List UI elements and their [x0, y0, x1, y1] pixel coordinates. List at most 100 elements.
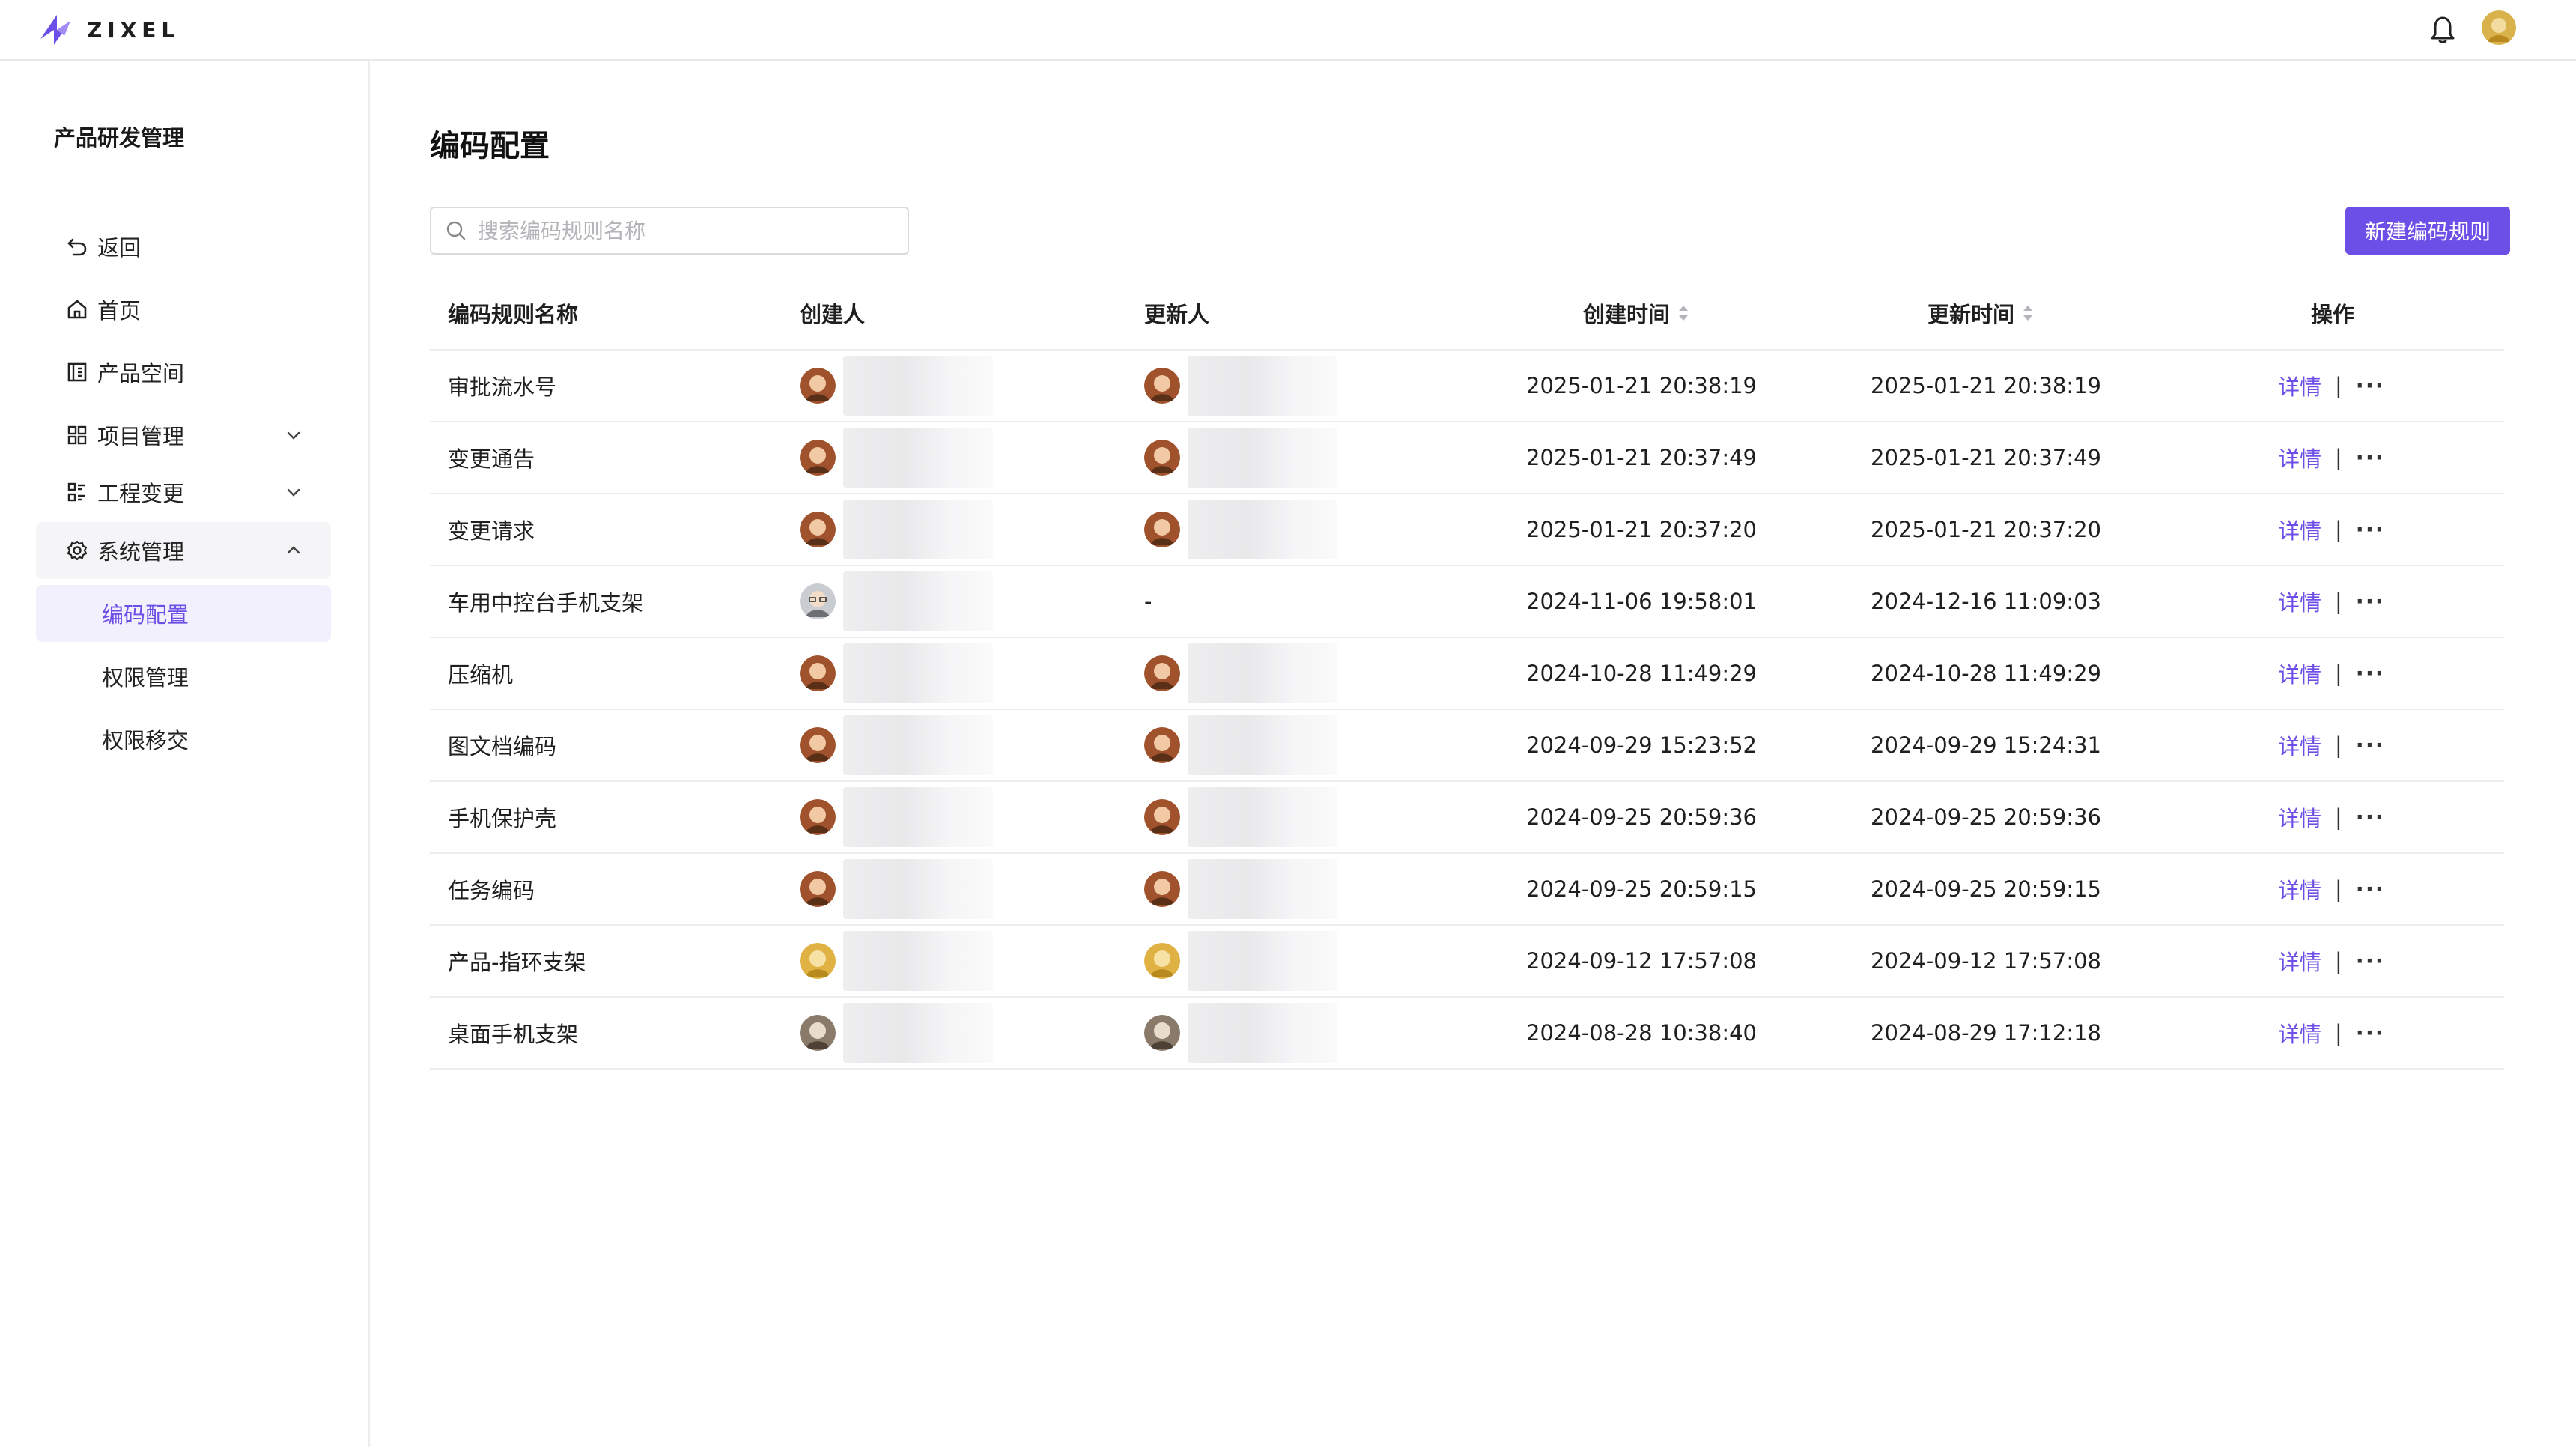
chevron-down-icon: [287, 431, 300, 440]
detail-link[interactable]: 详情: [2278, 442, 2321, 473]
search-box[interactable]: [430, 207, 909, 255]
column-header-label: 更新时间: [1928, 302, 2015, 327]
sidebar-item-system-management[interactable]: 系统管理: [36, 522, 331, 579]
top-header: ZIXEL: [0, 0, 2576, 61]
gear-icon: [64, 538, 90, 563]
sidebar-item-label: 返回: [97, 235, 142, 261]
updater-cell: [1144, 854, 1337, 924]
sidebar-item-engineering-change[interactable]: 工程变更: [36, 464, 331, 521]
detail-link[interactable]: 详情: [2278, 945, 2321, 977]
detail-link[interactable]: 详情: [2278, 586, 2321, 617]
updater-avatar: [1144, 512, 1180, 547]
row-actions: 详情 | ···: [2278, 638, 2385, 709]
updater-cell: [1144, 926, 1337, 996]
updated-time: 2024-10-28 11:49:29: [1871, 661, 2101, 686]
action-separator: |: [2335, 445, 2342, 470]
created-time: 2025-01-21 20:38:19: [1526, 373, 1757, 398]
updated-time: 2025-01-21 20:37:20: [1871, 517, 2101, 542]
creator-name-redacted: [843, 1003, 993, 1063]
creator-avatar: [800, 440, 836, 476]
more-actions-button[interactable]: ···: [2356, 445, 2385, 470]
detail-link[interactable]: 详情: [2278, 370, 2321, 401]
sidebar-subitem-label: 权限移交: [102, 728, 189, 753]
rule-name: 车用中控台手机支架: [448, 590, 644, 616]
more-actions-button[interactable]: ···: [2356, 804, 2385, 830]
creator-name-redacted: [843, 571, 993, 631]
detail-link[interactable]: 详情: [2278, 801, 2321, 833]
rule-name: 图文档编码: [448, 734, 557, 759]
rule-name: 产品-指环支架: [448, 950, 586, 975]
rule-name: 压缩机: [448, 662, 514, 688]
list-icon: [64, 479, 90, 505]
rule-name: 任务编码: [448, 878, 535, 903]
creator-cell: [800, 710, 993, 780]
column-header-updated-time[interactable]: 更新时间: [1928, 277, 2034, 349]
table-row: 车用中控台手机支架 - 2024-11-06 19:58:01 2024-12-16 …: [430, 566, 2504, 638]
action-separator: |: [2335, 948, 2342, 974]
creator-avatar: [800, 583, 836, 619]
creator-avatar: [800, 512, 836, 547]
table-row: 压缩机 2024-10-28 11:49:29 2024-10-28 11:49:2…: [430, 638, 2504, 710]
created-time: 2025-01-21 20:37:49: [1526, 445, 1757, 470]
avatar-image: [2482, 10, 2516, 45]
detail-link[interactable]: 详情: [2278, 873, 2321, 905]
chevron-down-icon: [287, 488, 300, 497]
updater-avatar: [1144, 943, 1180, 979]
sidebar-item-label: 系统管理: [97, 539, 185, 565]
sidebar-item-label: 项目管理: [97, 424, 185, 449]
home-icon: [64, 297, 90, 322]
table-row: 手机保护壳 2024-09-25 20:59:36 2024-09-25 20:59…: [430, 782, 2504, 854]
new-code-rule-button[interactable]: 新建编码规则: [2345, 207, 2510, 255]
created-time: 2024-09-29 15:23:52: [1526, 732, 1757, 758]
undo-icon: [64, 234, 90, 259]
creator-cell: [800, 422, 993, 493]
created-time: 2024-09-12 17:57:08: [1526, 948, 1757, 974]
more-actions-button[interactable]: ···: [2356, 876, 2385, 902]
creator-avatar: [800, 655, 836, 691]
more-actions-button[interactable]: ···: [2356, 948, 2385, 974]
sidebar-subitem-permission-transfer[interactable]: 权限移交: [36, 711, 331, 768]
creator-cell: [800, 638, 993, 709]
table-row: 产品-指环支架 2024-09-12 17:57:08 2024-09-12 17:…: [430, 926, 2504, 998]
more-actions-button[interactable]: ···: [2356, 589, 2385, 614]
page-title: 编码配置: [430, 129, 550, 163]
more-actions-button[interactable]: ···: [2356, 661, 2385, 686]
search-input[interactable]: [478, 218, 897, 243]
sidebar-item-back[interactable]: 返回: [36, 218, 331, 275]
row-actions: 详情 | ···: [2278, 998, 2385, 1068]
sidebar-subitem-code-config[interactable]: 编码配置: [36, 585, 331, 642]
user-avatar[interactable]: [2482, 10, 2516, 45]
row-actions: 详情 | ···: [2278, 351, 2385, 421]
sort-icon[interactable]: [2022, 303, 2034, 324]
updater-cell: [1144, 998, 1337, 1068]
sidebar-item-label: 工程变更: [97, 481, 185, 506]
updater-cell: [1144, 422, 1337, 493]
updater-name-redacted: [1188, 859, 1337, 919]
table-row: 审批流水号 2025-01-21 20:38:19 2025-01-21 20:38…: [430, 351, 2504, 422]
creator-name-redacted: [843, 356, 993, 416]
created-time: 2024-09-25 20:59:15: [1526, 876, 1757, 902]
sort-icon[interactable]: [1677, 303, 1689, 324]
updater-avatar: [1144, 871, 1180, 907]
brand-logo[interactable]: ZIXEL: [34, 7, 180, 52]
sidebar-item-product-space[interactable]: 产品空间: [36, 344, 331, 401]
table-row: 变更通告 2025-01-21 20:37:49 2025-01-21 20:37:…: [430, 422, 2504, 494]
more-actions-button[interactable]: ···: [2356, 373, 2385, 398]
detail-link[interactable]: 详情: [2278, 729, 2321, 761]
more-actions-button[interactable]: ···: [2356, 517, 2385, 542]
more-actions-button[interactable]: ···: [2356, 1020, 2385, 1046]
column-header-creator: 创建人: [800, 302, 866, 327]
created-time: 2025-01-21 20:37:20: [1526, 517, 1757, 542]
detail-link[interactable]: 详情: [2278, 658, 2321, 689]
detail-link[interactable]: 详情: [2278, 1017, 2321, 1049]
sidebar-subitem-permission-management[interactable]: 权限管理: [36, 648, 331, 705]
creator-avatar: [800, 368, 836, 404]
action-separator: |: [2335, 1020, 2342, 1046]
more-actions-button[interactable]: ···: [2356, 732, 2385, 758]
detail-link[interactable]: 详情: [2278, 514, 2321, 545]
column-header-created-time[interactable]: 创建时间: [1583, 277, 1689, 349]
notification-bell-icon[interactable]: [2429, 15, 2456, 45]
sidebar-item-home[interactable]: 首页: [36, 281, 331, 338]
creator-cell: [800, 494, 993, 565]
sidebar-item-project-management[interactable]: 项目管理: [36, 407, 331, 464]
